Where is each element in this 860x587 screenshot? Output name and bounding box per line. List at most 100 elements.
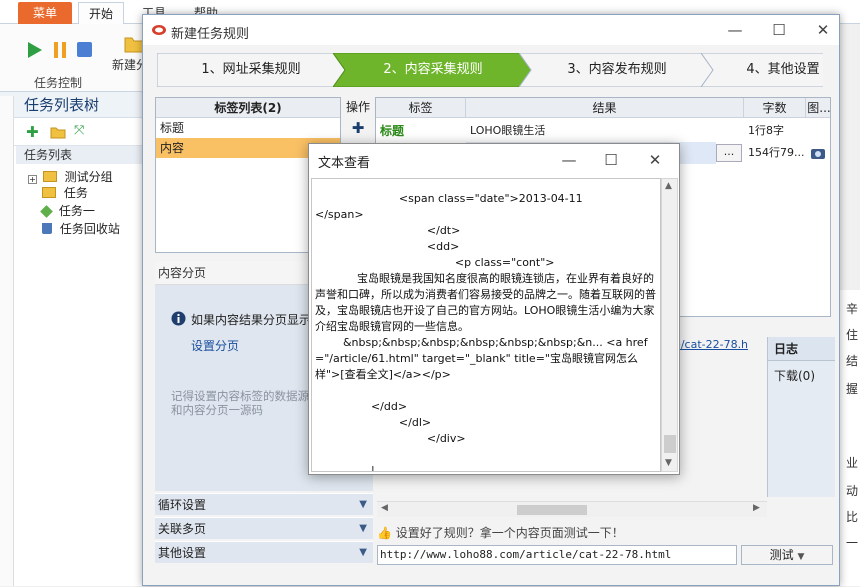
step-label: 1、网址采集规则 bbox=[201, 62, 301, 77]
grid-header-tag[interactable]: 标签 bbox=[376, 98, 466, 118]
close-icon[interactable]: ✕ bbox=[813, 21, 833, 39]
tree-item-label: 任务 bbox=[63, 186, 88, 200]
accordion-label: 循环设置 bbox=[158, 498, 207, 512]
test-button[interactable]: 测试 ▼ bbox=[741, 545, 833, 565]
maximize-icon[interactable]: ☐ bbox=[769, 21, 789, 39]
chevron-down-icon: ▼ bbox=[359, 523, 367, 534]
left-edge-strip bbox=[0, 96, 14, 586]
result-link-text[interactable]: le/cat-22-78.h bbox=[671, 338, 767, 352]
dialog-bottom-bar bbox=[155, 575, 835, 587]
tab-start[interactable]: 开始 bbox=[78, 2, 124, 24]
step-content-rule[interactable]: 2、内容采集规则 bbox=[333, 53, 533, 87]
tree-item-task[interactable]: 任务 bbox=[42, 184, 88, 202]
add-tag-icon[interactable]: ✚ bbox=[343, 119, 373, 137]
grid-header-count[interactable]: 字数 bbox=[744, 98, 806, 118]
accordion-loop-settings[interactable]: 循环设置 ▼ bbox=[155, 493, 373, 515]
tree-item-label: 任务一 bbox=[58, 204, 95, 218]
grid-header-image[interactable]: 图... bbox=[806, 98, 830, 118]
step-label: 3、内容发布规则 bbox=[567, 62, 667, 77]
tab-menu[interactable]: 菜单 bbox=[18, 2, 72, 24]
grid-cell-result[interactable]: LOHO眼镜生活 bbox=[466, 120, 744, 142]
test-button-label: 测试 bbox=[769, 548, 794, 562]
tree-item-recycle[interactable]: 任务回收站 bbox=[42, 220, 120, 238]
grid-cell-count: 1行8字 bbox=[748, 124, 784, 137]
expand-icon[interactable]: ⤧ bbox=[74, 123, 84, 138]
info-icon bbox=[171, 311, 186, 326]
accordion-related-pages[interactable]: 关联多页 ▼ bbox=[155, 517, 373, 539]
edge-text: 比 bbox=[846, 510, 859, 524]
scroll-right-icon[interactable]: ▶ bbox=[753, 503, 760, 513]
edge-text: 住 bbox=[846, 328, 859, 342]
chevron-down-icon: ▼ bbox=[797, 552, 805, 562]
set-paging-link[interactable]: 设置分页 bbox=[191, 337, 239, 354]
minimize-icon[interactable]: — bbox=[559, 151, 579, 169]
edge-text: 一 bbox=[846, 536, 859, 550]
camera-icon[interactable] bbox=[810, 146, 826, 160]
viewer-text-area[interactable]: <span class="date">2013-04-11 </span> </… bbox=[311, 178, 661, 472]
close-icon[interactable]: ✕ bbox=[645, 151, 665, 169]
tree-item-task-one[interactable]: 任务一 bbox=[40, 202, 95, 220]
chevron-down-icon: ▼ bbox=[359, 547, 367, 558]
grid-header-result[interactable]: 结果 bbox=[466, 98, 744, 118]
tree-item-label: 任务回收站 bbox=[59, 222, 120, 236]
tag-item-title[interactable]: 标题 bbox=[156, 118, 340, 138]
edge-text: 辛 bbox=[846, 302, 859, 316]
paging-info-text: 如果内容结果分页显示 bbox=[191, 313, 312, 327]
play-icon[interactable] bbox=[26, 40, 44, 60]
accordion-label: 关联多页 bbox=[158, 522, 207, 536]
text-viewer-dialog: 文本查看 — ☐ ✕ <span class="date">2013-04-11… bbox=[308, 143, 680, 475]
dialog-title-bar[interactable]: 新建任务规则 — ☐ ✕ bbox=[143, 15, 839, 45]
scroll-up-icon[interactable]: ▲ bbox=[665, 181, 672, 191]
expand-toggle-icon[interactable]: + bbox=[28, 175, 37, 184]
minimize-icon[interactable]: — bbox=[725, 21, 745, 39]
dialog-title: 新建任务规则 bbox=[171, 27, 250, 42]
more-button[interactable]: ... bbox=[716, 144, 742, 162]
app-logo-icon bbox=[152, 25, 166, 35]
grid-cell-tag[interactable]: 标题 bbox=[376, 120, 466, 142]
horizontal-scrollbar[interactable]: ◀ ▶ bbox=[377, 501, 767, 517]
scroll-left-icon[interactable]: ◀ bbox=[381, 503, 388, 513]
tag-icon bbox=[40, 205, 53, 218]
accordion-other-settings[interactable]: 其他设置 ▼ bbox=[155, 541, 373, 563]
wizard-steps: 1、网址采集规则 2、内容采集规则 3、内容发布规则 4、其他设置 bbox=[157, 53, 823, 87]
folder-icon bbox=[42, 171, 57, 182]
side-toolbar: ✚ ⤧ bbox=[0, 118, 146, 146]
test-hint-row: 👍 设置好了规则？拿一个内容页面测试一下！ bbox=[377, 523, 837, 543]
viewer-title: 文本查看 bbox=[318, 156, 371, 171]
tree-item-label: 测试分组 bbox=[64, 170, 113, 184]
viewer-title-bar[interactable]: 文本查看 — ☐ ✕ bbox=[309, 144, 679, 176]
folder-icon bbox=[42, 187, 56, 198]
test-hint-text: 设置好了规则？拿一个内容页面测试一下！ bbox=[395, 526, 624, 540]
step-other-settings[interactable]: 4、其他设置 bbox=[701, 53, 823, 87]
vertical-scrollbar[interactable]: ▲ ▼ bbox=[661, 178, 678, 472]
tag-list-header: 标签列表(2) bbox=[156, 98, 340, 118]
step-publish-rule[interactable]: 3、内容发布规则 bbox=[519, 53, 715, 87]
scroll-down-icon[interactable]: ▼ bbox=[665, 458, 672, 468]
stop-icon[interactable] bbox=[76, 40, 94, 60]
download-count[interactable]: 下载(0) bbox=[768, 367, 835, 384]
edge-text: 动 bbox=[846, 484, 859, 498]
edge-text: 结 bbox=[846, 354, 859, 368]
maximize-icon[interactable]: ☐ bbox=[601, 151, 621, 169]
thumbs-up-icon: 👍 bbox=[377, 526, 392, 540]
grid-cell-count: 154行79... bbox=[748, 146, 805, 159]
edge-text: 业 bbox=[846, 456, 859, 470]
ribbon-panel: 新建分 任务控制 bbox=[0, 24, 160, 92]
step-label: 4、其他设置 bbox=[746, 62, 820, 77]
log-panel: 日志 下载(0) bbox=[767, 337, 835, 497]
test-url-input[interactable]: http://www.loho88.com/article/cat-22-78.… bbox=[377, 545, 737, 565]
operations-header: 操作 bbox=[345, 100, 370, 114]
folder-add-icon[interactable] bbox=[50, 125, 66, 139]
edge-text: 握 bbox=[846, 382, 859, 396]
add-icon[interactable]: ✚ bbox=[26, 123, 39, 141]
right-edge-strip: 辛 住 结 握 业 动 比 一 bbox=[838, 290, 860, 586]
chevron-down-icon: ▼ bbox=[359, 499, 367, 510]
scroll-thumb[interactable] bbox=[517, 505, 587, 515]
scroll-thumb[interactable] bbox=[664, 435, 676, 453]
pause-icon[interactable] bbox=[52, 40, 68, 60]
side-panel-title: 任务列表树 bbox=[0, 92, 146, 118]
log-title[interactable]: 日志 bbox=[768, 337, 835, 361]
task-tree-panel: 任务列表树 ✚ ⤧ 任务列表 + 测试分组 任务 任务一 任务回收站 bbox=[0, 92, 146, 586]
step-url-rule[interactable]: 1、网址采集规则 bbox=[157, 53, 345, 87]
task-list-header: 任务列表 bbox=[16, 146, 146, 164]
